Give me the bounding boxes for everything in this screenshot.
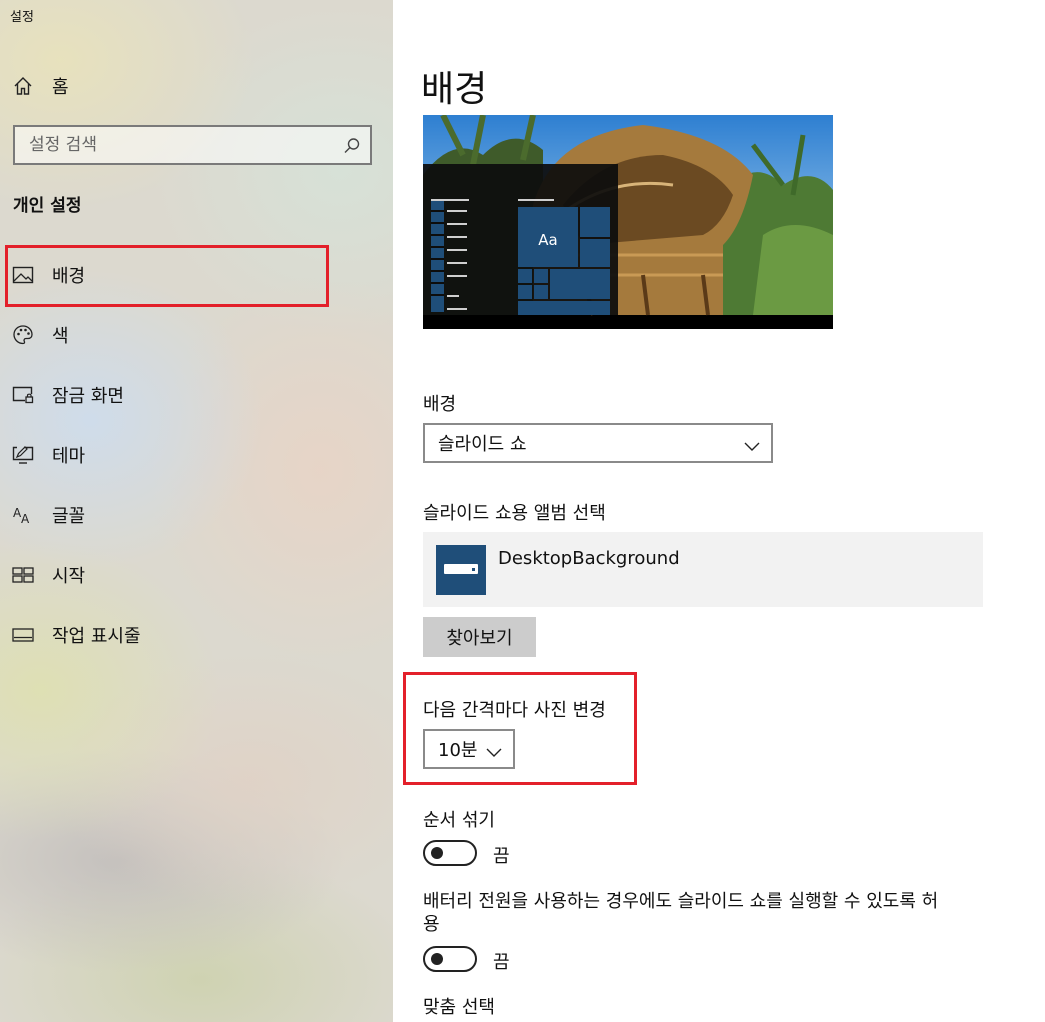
shuffle-label: 순서 섞기 — [423, 810, 495, 831]
home-icon — [12, 75, 34, 97]
nav-home[interactable]: 홈 — [0, 66, 380, 106]
taskbar-icon — [12, 624, 34, 646]
interval-dropdown-value: 10분 — [438, 740, 478, 761]
sidebar-item-label: 배경 — [52, 266, 86, 287]
chevron-down-icon — [485, 743, 503, 757]
start-icon — [12, 564, 34, 586]
background-preview: Aa — [423, 115, 833, 329]
shuffle-toggle[interactable] — [423, 840, 477, 866]
sidebar-item-background[interactable]: 배경 — [0, 255, 380, 295]
section-title: 개인 설정 — [13, 196, 82, 216]
app-title: 설정 — [10, 10, 34, 25]
battery-label-line1: 배터리 전원을 사용하는 경우에도 슬라이드 쇼를 실행할 수 있도록 허 — [423, 891, 939, 912]
sidebar-item-label: 글꼴 — [52, 506, 86, 527]
sidebar-item-label: 시작 — [52, 566, 86, 587]
sidebar-item-label: 색 — [52, 326, 69, 347]
palette-icon — [12, 324, 34, 346]
sidebar-item-theme[interactable]: 테마 — [0, 435, 380, 475]
sidebar-item-fonts[interactable]: AA 글꼴 — [0, 495, 380, 535]
nav-home-label: 홈 — [52, 77, 69, 98]
sidebar-item-color[interactable]: 색 — [0, 315, 380, 355]
shuffle-toggle-state: 끔 — [493, 846, 510, 867]
folder-icon — [436, 545, 486, 595]
background-label: 배경 — [423, 394, 457, 415]
svg-text:A: A — [21, 512, 30, 525]
album-label: 슬라이드 쇼용 앨범 선택 — [423, 503, 606, 524]
theme-icon — [12, 444, 34, 466]
fit-label: 맞춤 선택 — [423, 997, 495, 1018]
sidebar-item-label: 테마 — [52, 446, 86, 467]
background-dropdown[interactable]: 슬라이드 쇼 — [423, 423, 773, 463]
sidebar-item-lock-screen[interactable]: 잠금 화면 — [0, 375, 380, 415]
preview-image: Aa — [423, 115, 833, 329]
chevron-down-icon — [743, 437, 761, 451]
battery-label-line2: 용 — [423, 914, 440, 935]
album-card[interactable]: DesktopBackground — [423, 532, 983, 607]
battery-toggle[interactable] — [423, 946, 477, 972]
battery-toggle-state: 끔 — [493, 952, 510, 973]
search-input[interactable] — [15, 135, 335, 155]
main-content: 배경 Aa 배경 슬라이드 쇼 슬라이드 쇼용 앨범 선택 DesktopBac… — [393, 0, 1045, 1022]
preview-tile-text: Aa — [538, 231, 557, 249]
font-icon: AA — [12, 504, 34, 526]
toggle-knob — [431, 847, 443, 859]
sidebar: 설정 홈 개인 설정 배경 색 잠금 화면 테마 — [0, 0, 393, 1022]
toggle-knob — [431, 953, 443, 965]
browse-button[interactable]: 찾아보기 — [423, 617, 536, 657]
search-box[interactable] — [13, 125, 372, 165]
sidebar-item-label: 작업 표시줄 — [52, 626, 141, 647]
album-name: DesktopBackground — [498, 548, 680, 569]
search-icon[interactable] — [342, 136, 362, 156]
background-dropdown-value: 슬라이드 쇼 — [438, 434, 527, 455]
page-title: 배경 — [421, 69, 488, 110]
lock-screen-icon — [12, 384, 34, 406]
sidebar-item-label: 잠금 화면 — [52, 386, 124, 407]
interval-label: 다음 간격마다 사진 변경 — [423, 700, 606, 721]
picture-icon — [12, 264, 34, 286]
interval-dropdown[interactable]: 10분 — [423, 729, 515, 769]
sidebar-item-start[interactable]: 시작 — [0, 555, 380, 595]
sidebar-item-taskbar[interactable]: 작업 표시줄 — [0, 615, 380, 655]
